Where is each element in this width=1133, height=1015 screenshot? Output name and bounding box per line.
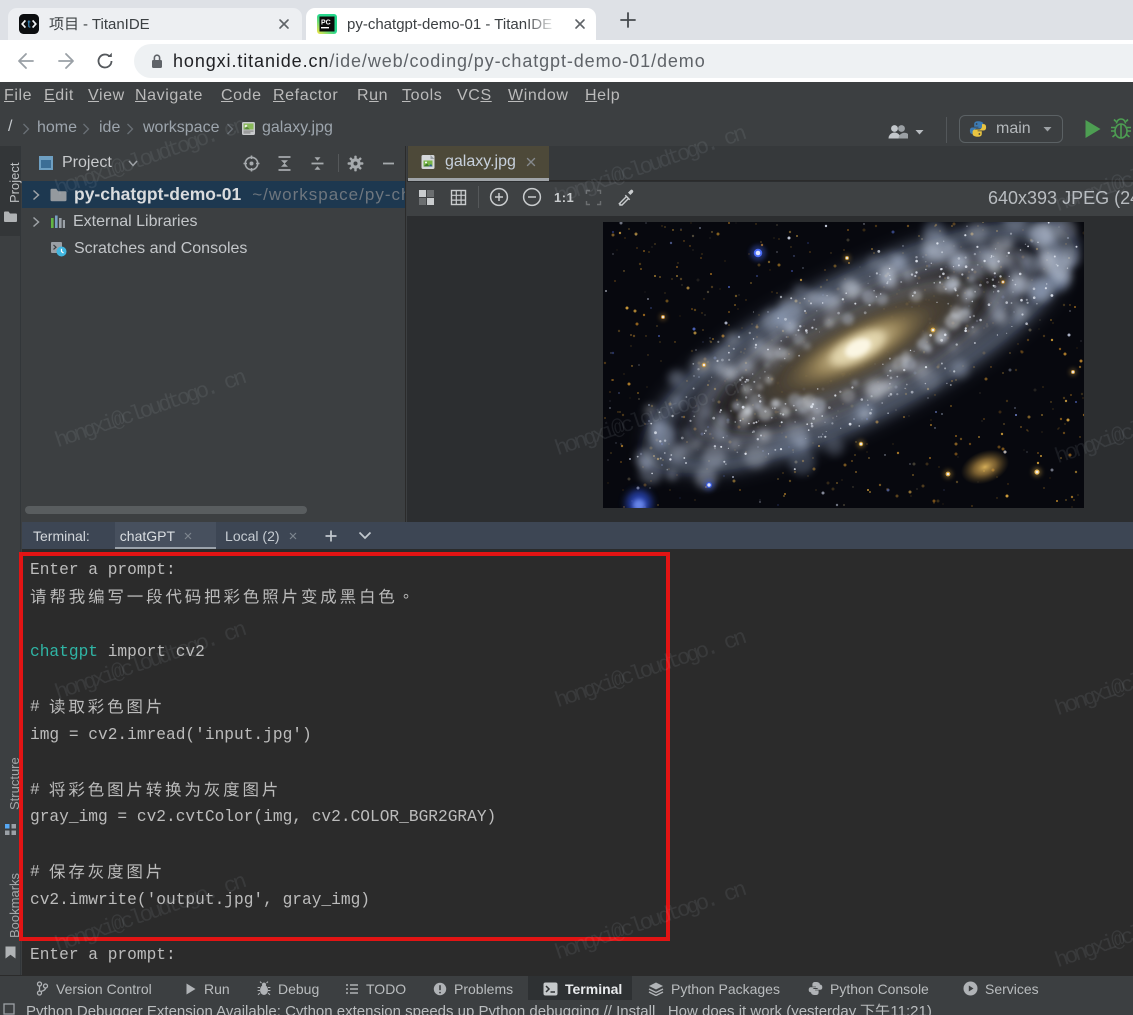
svg-text:PC: PC — [321, 20, 331, 27]
svg-text:t: t — [27, 19, 30, 31]
